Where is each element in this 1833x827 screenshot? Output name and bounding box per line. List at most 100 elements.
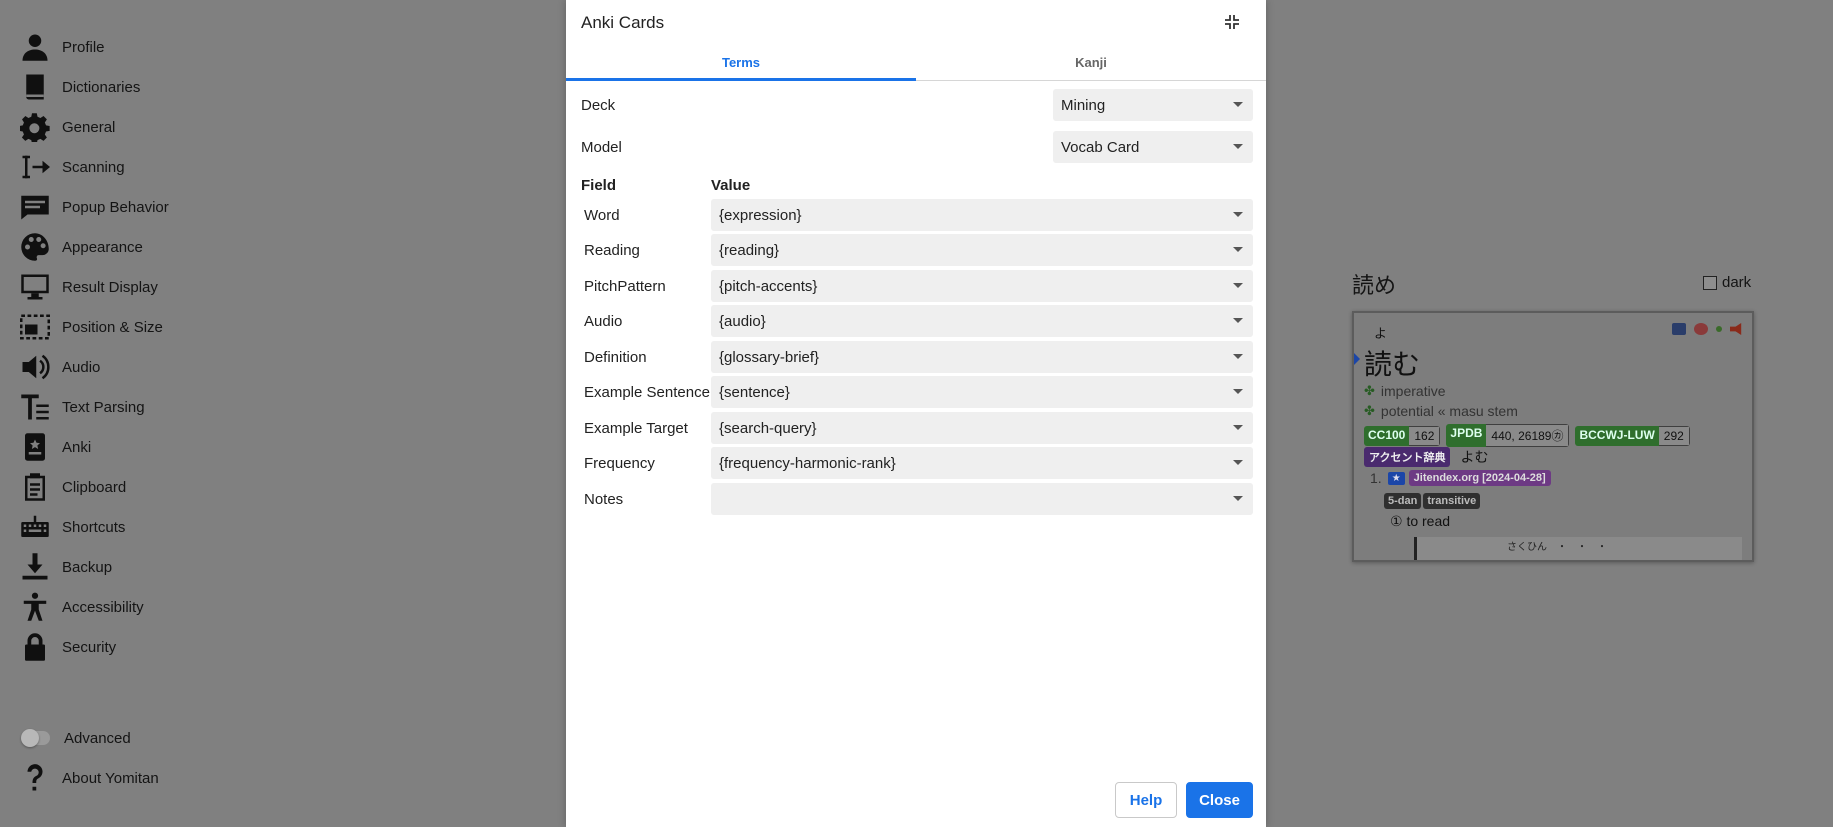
sidebar-item-audio[interactable]: Audio: [20, 349, 100, 385]
sidebar-item-scanning[interactable]: Scanning: [20, 149, 125, 185]
freq-dict: CC100: [1364, 425, 1410, 446]
chevron-down-icon: [1233, 318, 1243, 323]
sidebar-item-general[interactable]: General: [20, 109, 115, 145]
value-column-header: Value: [711, 177, 751, 194]
sidebar-item-label: Text Parsing: [62, 398, 145, 416]
field-value-example-sentence[interactable]: {sentence}: [711, 376, 1253, 408]
sidebar-item-label: Security: [62, 638, 117, 656]
frequency-row: CC100 162 JPDB 440, 26189㋕ BCCWJ-LUW 292: [1364, 424, 1696, 447]
pitch-reading: よむ: [1460, 449, 1489, 465]
chevron-down-icon: [1233, 496, 1243, 501]
field-value-definition[interactable]: {glossary-brief}: [711, 341, 1253, 373]
field-value-frequency[interactable]: {frequency-harmonic-rank}: [711, 447, 1253, 479]
sidebar-item-label: Position & Size: [62, 318, 163, 336]
checkbox-box[interactable]: [1703, 275, 1717, 290]
field-name-reading: Reading: [584, 242, 640, 259]
sidebar-item-label: Clipboard: [62, 478, 127, 496]
sidebar-item-profile[interactable]: Profile: [20, 29, 105, 65]
sidebar-item-about[interactable]: About Yomitan: [20, 760, 159, 796]
dark-mode-checkbox[interactable]: dark: [1703, 274, 1751, 291]
tab-terms[interactable]: Terms: [566, 44, 916, 81]
field-value-notes[interactable]: [711, 483, 1253, 515]
keyboard-icon: [20, 511, 52, 543]
tab-kanji[interactable]: Kanji: [916, 44, 1266, 80]
freq-value: 162: [1409, 425, 1441, 446]
play-audio-icon[interactable]: [1730, 323, 1742, 335]
chevron-down-icon: [1233, 247, 1243, 252]
sidebar-item-position-size[interactable]: Position & Size: [20, 309, 163, 345]
sidebar-item-anki[interactable]: Anki: [20, 429, 91, 465]
frequency-tag[interactable]: BCCWJ-LUW 292: [1575, 425, 1690, 446]
sidebar-item-label: Audio: [62, 358, 101, 376]
field-value-reading[interactable]: {reading}: [711, 234, 1253, 266]
anki-icon: [20, 431, 52, 463]
sidebar-item-backup[interactable]: Backup: [20, 549, 112, 585]
field-column-header: Field: [581, 177, 617, 194]
sidebar-item-accessibility[interactable]: Accessibility: [20, 589, 144, 625]
view-note-icon[interactable]: [1672, 323, 1686, 335]
help-button[interactable]: Help: [1115, 782, 1177, 818]
sidebar-item-clipboard[interactable]: Clipboard: [20, 469, 126, 505]
field-value-word[interactable]: {expression}: [711, 199, 1253, 231]
add-note-icon[interactable]: [1694, 323, 1708, 335]
accessibility-icon: [20, 591, 52, 623]
chevron-down-icon: [1233, 425, 1243, 430]
definition-number: 1.: [1370, 470, 1382, 486]
gloss: ① to read: [1390, 513, 1451, 529]
sidebar-item-label: Anki: [62, 438, 92, 456]
sidebar-item-appearance[interactable]: Appearance: [20, 229, 143, 265]
advanced-toggle-row[interactable]: Advanced: [20, 720, 131, 756]
freq-dict: JPDB: [1446, 424, 1487, 447]
minimize-icon[interactable]: [1222, 12, 1242, 32]
sidebar-item-shortcuts[interactable]: Shortcuts: [20, 509, 125, 545]
model-label: Model: [581, 139, 622, 156]
example-fragment: さくひん ・ ・ ・: [1414, 537, 1742, 560]
field-value-pitchpattern[interactable]: {pitch-accents}: [711, 270, 1253, 302]
sidebar-item-security[interactable]: Security: [20, 629, 116, 665]
chevron-down-icon: [1233, 389, 1243, 394]
sidebar-item-text-parsing[interactable]: Text Parsing: [20, 389, 145, 425]
field-value-example-target[interactable]: {search-query}: [711, 412, 1253, 444]
sidebar-item-dictionaries[interactable]: Dictionaries: [20, 69, 140, 105]
inflection-row: ✤ imperative: [1364, 383, 1446, 399]
advanced-toggle[interactable]: [21, 729, 50, 747]
entry-actions: [1672, 323, 1744, 335]
field-value-text: {sentence}: [719, 383, 790, 401]
field-name-notes: Notes: [584, 491, 624, 508]
chevron-down-icon: [1233, 460, 1243, 465]
definition-tags: 5-dan transitive: [1384, 493, 1482, 509]
field-name-audio: Audio: [584, 313, 623, 330]
settings-sidebar: Profile Dictionaries General Scanning Po…: [0, 0, 560, 827]
sidebar-item-label: Scanning: [62, 158, 125, 176]
field-name-example-target: Example Target: [584, 420, 688, 437]
tab-bar: Terms Kanji: [566, 44, 1266, 81]
status-dot-icon: [1716, 326, 1722, 332]
definition-header: 1. ★ Jitendex.org [2024-04-28]: [1370, 470, 1551, 486]
field-value-text: {glossary-brief}: [719, 348, 820, 366]
deck-label: Deck: [581, 97, 616, 114]
dictionary-tag: Jitendex.org [2024-04-28]: [1408, 470, 1551, 486]
field-name-word: Word: [584, 207, 620, 224]
chevron-down-icon: [1233, 102, 1243, 107]
close-button[interactable]: Close: [1186, 782, 1253, 818]
frequency-tag[interactable]: CC100 162: [1364, 425, 1441, 446]
chevron-down-icon: [1233, 354, 1243, 359]
field-value-audio[interactable]: {audio}: [711, 305, 1253, 337]
field-value-text: {audio}: [719, 312, 766, 330]
frequency-tag[interactable]: JPDB 440, 26189㋕: [1446, 424, 1570, 447]
field-name-frequency: Frequency: [584, 455, 655, 472]
modal-title: Anki Cards: [581, 13, 665, 32]
preview-popup: よ 読む ✤ imperative ✤ potential « masu ste…: [1352, 311, 1754, 562]
monitor-icon: [20, 271, 52, 303]
lock-icon: [20, 631, 52, 663]
sidebar-item-result-display[interactable]: Result Display: [20, 269, 158, 305]
deck-select[interactable]: Mining: [1053, 89, 1253, 121]
sidebar-item-popup-behavior[interactable]: Popup Behavior: [20, 189, 169, 225]
text-parsing-icon: [20, 391, 52, 423]
advanced-label: Advanced: [64, 729, 131, 747]
model-select[interactable]: Vocab Card: [1053, 131, 1253, 163]
field-value-text: {expression}: [719, 206, 802, 224]
download-icon: [20, 551, 52, 583]
sidebar-item-label: Popup Behavior: [62, 198, 169, 216]
anki-cards-modal: Anki Cards Terms Kanji Deck Mining Model…: [566, 0, 1266, 827]
